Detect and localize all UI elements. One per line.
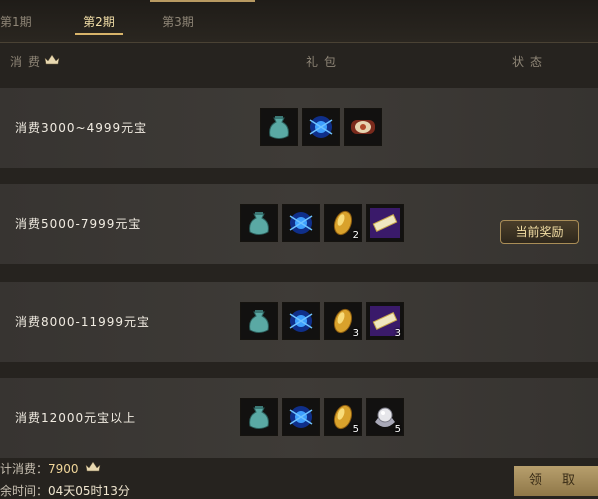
tab-period-3[interactable]: 第3期 — [152, 12, 204, 32]
gold-ingot-icon[interactable]: 2 — [324, 204, 362, 242]
claim-button[interactable]: 领 取 — [514, 466, 598, 496]
reward-row: 消费8000-11999元宝 3 3 — [0, 282, 598, 362]
total-consumption-label: 计消费： — [0, 462, 49, 476]
pearl-icon[interactable]: 5 — [366, 398, 404, 436]
blue-gem-icon[interactable] — [302, 108, 340, 146]
blue-gem-icon[interactable] — [282, 302, 320, 340]
ingot-crown-icon — [85, 461, 101, 472]
current-reward-badge: 当前奖励 — [500, 220, 579, 244]
reward-row: 消费12000元宝以上 5 5 — [0, 378, 598, 458]
tab-top-glow — [150, 0, 255, 2]
period-tabs: 第1期 第2期 第3期 — [0, 0, 598, 43]
row-label: 消费12000元宝以上 — [15, 411, 137, 425]
blue-gem-icon[interactable] — [282, 204, 320, 242]
row-label: 消费3000~4999元宝 — [15, 121, 148, 135]
ingot-crown-icon — [44, 54, 60, 65]
blue-gem-icon[interactable] — [282, 398, 320, 436]
silver-bar-icon[interactable]: 3 — [366, 302, 404, 340]
header-consume: 消费 — [10, 55, 47, 69]
reward-row: 消费3000~4999元宝 — [0, 88, 598, 168]
gold-ingot-icon[interactable]: 5 — [324, 398, 362, 436]
header-gift: 礼包 — [306, 55, 343, 69]
row-label: 消费8000-11999元宝 — [15, 315, 151, 329]
teal-pouch-icon[interactable] — [240, 398, 278, 436]
teal-pouch-icon[interactable] — [260, 108, 298, 146]
item-count: 3 — [352, 328, 359, 339]
scroll-icon[interactable] — [344, 108, 382, 146]
item-count: 5 — [394, 424, 401, 435]
total-consumption: 计消费：7900 — [0, 460, 79, 477]
reward-row: 消费5000-7999元宝 2 当前奖励 — [0, 184, 598, 264]
remaining-time: 余时间：04天05时13分 — [0, 482, 130, 499]
total-consumption-value: 7900 — [48, 462, 79, 476]
table-header: 消费 礼包 状态 — [0, 45, 598, 75]
silver-bar-icon[interactable] — [366, 204, 404, 242]
item-count: 3 — [394, 328, 401, 339]
teal-pouch-icon[interactable] — [240, 302, 278, 340]
header-status: 状态 — [512, 55, 549, 69]
teal-pouch-icon[interactable] — [240, 204, 278, 242]
row-label: 消费5000-7999元宝 — [15, 217, 142, 231]
item-count: 5 — [352, 424, 359, 435]
tab-period-1[interactable]: 第1期 — [0, 12, 38, 32]
gold-ingot-icon[interactable]: 3 — [324, 302, 362, 340]
tab-period-2[interactable]: 第2期 — [73, 12, 125, 35]
item-count: 2 — [352, 230, 359, 241]
